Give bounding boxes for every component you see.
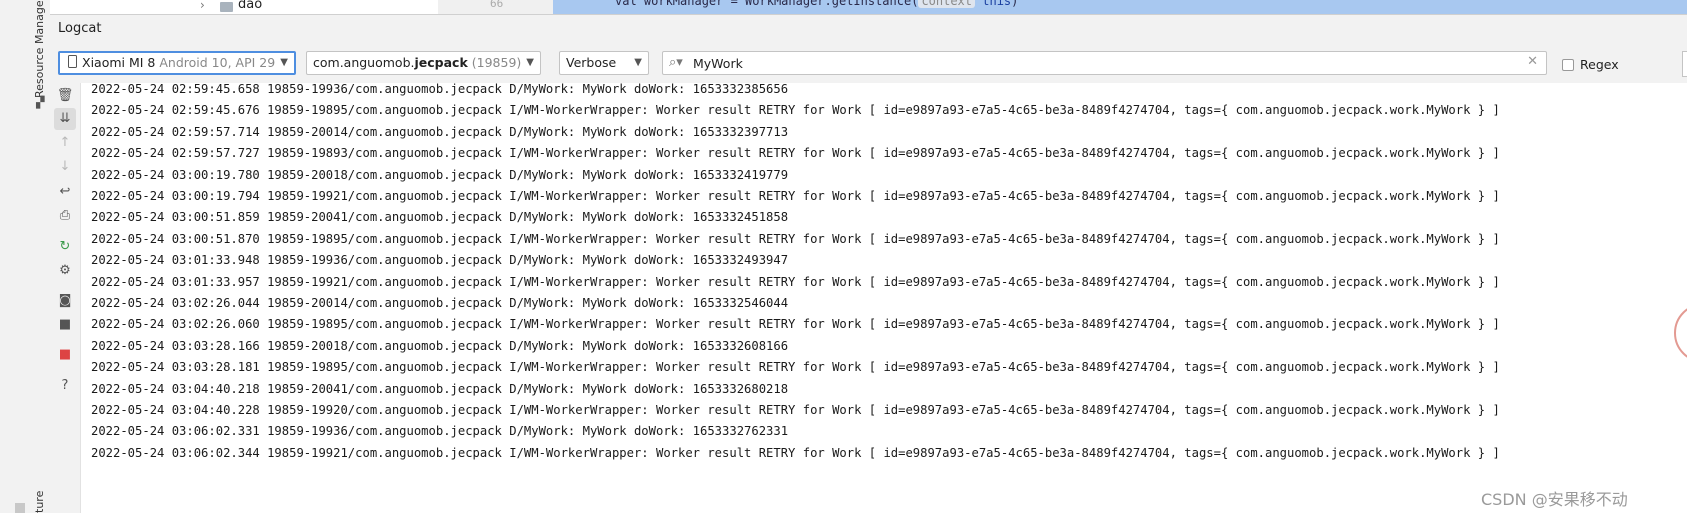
log-line: 2022-05-24 03:04:40.218 19859-20041/com.…	[91, 382, 789, 396]
soft-wrap-icon[interactable]: ↩	[54, 181, 76, 203]
log-line: 2022-05-24 02:59:45.658 19859-19936/com.…	[91, 83, 789, 96]
log-level-select[interactable]: Verbose ▼	[559, 51, 649, 75]
log-line: 2022-05-24 03:00:19.780 19859-20018/com.…	[91, 168, 789, 182]
stop-icon[interactable]: ■	[54, 344, 76, 366]
log-line: 2022-05-24 03:02:26.044 19859-20014/com.…	[91, 296, 789, 310]
code-text: val workManager = WorkManager.getInstanc…	[615, 0, 919, 8]
log-line: 2022-05-24 03:06:02.344 19859-19921/com.…	[91, 446, 1500, 460]
structure-tab[interactable]: ture	[33, 458, 49, 513]
log-line: 2022-05-24 02:59:57.714 19859-20014/com.…	[91, 125, 789, 139]
device-select[interactable]: Xiaomi MI 8 Android 10, API 29 ▼	[58, 51, 296, 75]
editor-gutter: 66	[438, 0, 553, 14]
chevron-down-icon: ▼	[280, 57, 288, 68]
logcat-toolbar: Xiaomi MI 8 Android 10, API 29 ▼ com.ang…	[50, 43, 1687, 83]
restart-icon[interactable]: ↻	[54, 236, 76, 258]
code-text-end: )	[1011, 0, 1019, 8]
logcat-header: Logcat	[50, 14, 1687, 44]
logcat-side-toolbar: 🗑 ⇊ ↑ ↓ ↩ ⎙ ↻ ⚙ ◙ ■ ■ ?	[50, 83, 81, 513]
arrow-down-icon[interactable]: ↓	[54, 156, 76, 178]
resource-manager-icon: ▞	[36, 96, 45, 109]
device-name: Xiaomi MI 8	[82, 55, 156, 70]
regex-label: Regex	[1580, 57, 1619, 72]
screen-record-icon[interactable]: ■	[54, 314, 76, 336]
log-line: 2022-05-24 03:00:19.794 19859-19921/com.…	[91, 189, 1500, 203]
truncated-control[interactable]	[1682, 51, 1687, 77]
left-tool-strip: Resource Manager ▞ ture	[0, 0, 51, 513]
log-line: 2022-05-24 03:04:40.228 19859-19920/com.…	[91, 403, 1500, 417]
line-number: 66	[490, 0, 504, 10]
log-output[interactable]: 2022-05-24 02:59:45.658 19859-19936/com.…	[81, 83, 1687, 513]
settings-icon[interactable]: ⚙	[54, 260, 76, 282]
floating-assistant-button[interactable]	[1674, 303, 1687, 363]
filter-box: ⌕▾ ✕	[662, 51, 1547, 75]
log-line: 2022-05-24 02:59:45.676 19859-19895/com.…	[91, 103, 1500, 117]
project-tree: › dao	[50, 0, 438, 14]
package-prefix: com.anguomob.	[313, 55, 415, 70]
chevron-down-icon: ▼	[526, 57, 534, 68]
log-level-value: Verbose	[566, 55, 617, 70]
clear-icon[interactable]: ✕	[1527, 54, 1538, 69]
log-line: 2022-05-24 03:02:26.060 19859-19895/com.…	[91, 317, 1500, 331]
log-line: 2022-05-24 03:00:51.870 19859-19895/com.…	[91, 232, 1500, 246]
process-id: (19859)	[471, 55, 522, 70]
watermark: CSDN @安果移不动	[1481, 490, 1628, 509]
search-icon[interactable]: ⌕▾	[669, 55, 683, 70]
screenshot-icon[interactable]: ◙	[54, 290, 76, 312]
package-name: jecpack	[414, 55, 468, 70]
code-line: val workManager = WorkManager.getInstanc…	[615, 0, 1018, 8]
regex-checkbox[interactable]	[1562, 59, 1574, 71]
logcat-title: Logcat	[58, 21, 102, 36]
scrollbar-thumb[interactable]	[15, 503, 25, 513]
top-editor-strip: › dao 66 val workManager = WorkManager.g…	[50, 0, 1687, 14]
log-line: 2022-05-24 03:01:33.948 19859-19936/com.…	[91, 253, 789, 267]
tree-item-dao[interactable]: dao	[238, 0, 262, 12]
trash-icon[interactable]: 🗑	[54, 85, 76, 107]
code-editor[interactable]: val workManager = WorkManager.getInstanc…	[553, 0, 1687, 14]
help-icon[interactable]: ?	[54, 375, 76, 397]
print-icon[interactable]: ⎙	[54, 205, 76, 227]
chevron-down-icon: ▼	[634, 57, 642, 68]
chevron-right-icon[interactable]: ›	[200, 0, 205, 12]
log-line: 2022-05-24 03:00:51.859 19859-20041/com.…	[91, 210, 789, 224]
arrow-up-icon[interactable]: ↑	[54, 132, 76, 154]
folder-icon	[220, 2, 233, 12]
log-line: 2022-05-24 02:59:57.727 19859-19893/com.…	[91, 146, 1500, 160]
resource-manager-tab[interactable]: Resource Manager	[33, 0, 49, 98]
log-line: 2022-05-24 03:03:28.166 19859-20018/com.…	[91, 339, 789, 353]
device-details: Android 10, API 29	[159, 55, 276, 70]
app-process-select[interactable]: com.anguomob.jecpack (19859) ▼	[306, 51, 541, 75]
log-line: 2022-05-24 03:06:02.331 19859-19936/com.…	[91, 424, 789, 438]
scroll-to-end-icon[interactable]: ⇊	[54, 108, 76, 130]
filter-input[interactable]	[693, 53, 1513, 73]
phone-icon	[68, 55, 77, 68]
log-line: 2022-05-24 03:03:28.181 19859-19895/com.…	[91, 360, 1500, 374]
code-keyword: this	[982, 0, 1012, 8]
param-hint: context	[918, 0, 976, 8]
log-line: 2022-05-24 03:01:33.957 19859-19921/com.…	[91, 275, 1500, 289]
